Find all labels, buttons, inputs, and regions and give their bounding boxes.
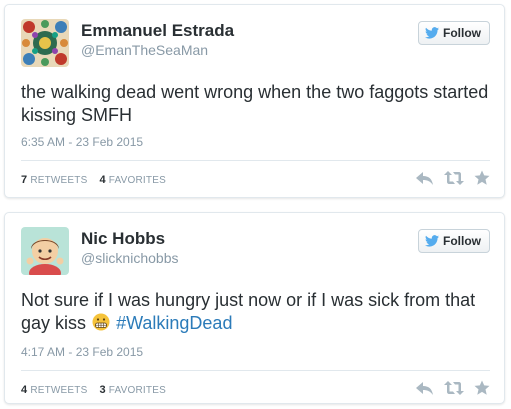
tweet-timestamp[interactable]: 6:35 AM - 23 Feb 2015 [21, 134, 490, 150]
tweet-text-body: Not sure if I was hungry just now or if … [21, 290, 476, 333]
tweet-text: the walking dead went wrong when the two… [21, 82, 489, 125]
tweet-actions [416, 170, 490, 191]
display-name[interactable]: Emmanuel Estrada [81, 21, 234, 41]
follow-button[interactable]: Follow [418, 229, 490, 253]
retweets-count[interactable]: 4 [21, 384, 27, 396]
follow-label: Follow [443, 26, 481, 40]
tweet-stats: 4 RETWEETS 3 FAVORITES [21, 384, 166, 396]
favorite-star-icon[interactable] [474, 170, 490, 191]
favorites-count[interactable]: 3 [99, 384, 105, 396]
user-names: Nic Hobbs @slicknichobbs [81, 229, 178, 267]
tweet-actions [416, 380, 490, 401]
retweets-label: RETWEETS [30, 385, 88, 396]
user-handle[interactable]: @slicknichobbs [81, 249, 178, 267]
follow-button[interactable]: Follow [418, 21, 490, 45]
twitter-bird-icon [425, 235, 439, 247]
tweet-card: Emmanuel Estrada @EmanTheSeaMan Follow t… [4, 4, 505, 198]
retweets-label: RETWEETS [30, 175, 88, 186]
favorite-star-icon[interactable] [474, 380, 490, 401]
avatar[interactable] [21, 19, 69, 67]
grimacing-face-icon [92, 313, 110, 337]
favorites-label: FAVORITES [108, 385, 166, 396]
user-handle[interactable]: @EmanTheSeaMan [81, 41, 234, 59]
follow-label: Follow [443, 234, 481, 248]
reply-icon[interactable] [416, 380, 434, 401]
tweet-card: Nic Hobbs @slicknichobbs Follow Not sure… [4, 212, 505, 404]
favorites-label: FAVORITES [108, 175, 166, 186]
tweet-footer: 4 RETWEETS 3 FAVORITES [21, 371, 490, 409]
tweet-timestamp[interactable]: 4:17 AM - 23 Feb 2015 [21, 344, 490, 360]
user-names: Emmanuel Estrada @EmanTheSeaMan [81, 21, 234, 59]
tweet-footer: 7 RETWEETS 4 FAVORITES [21, 161, 490, 199]
tweet-text: Not sure if I was hungry just now or if … [21, 289, 490, 337]
tweet-header: Nic Hobbs @slicknichobbs Follow [21, 225, 490, 277]
retweet-icon[interactable] [444, 380, 464, 401]
reply-icon[interactable] [416, 170, 434, 191]
favorites-count[interactable]: 4 [99, 174, 105, 186]
tweet-header: Emmanuel Estrada @EmanTheSeaMan Follow [21, 17, 490, 69]
display-name[interactable]: Nic Hobbs [81, 229, 178, 249]
hashtag-link[interactable]: #WalkingDead [116, 313, 232, 333]
retweet-icon[interactable] [444, 170, 464, 191]
twitter-bird-icon [425, 27, 439, 39]
tweet-stats: 7 RETWEETS 4 FAVORITES [21, 174, 166, 186]
retweets-count[interactable]: 7 [21, 174, 27, 186]
avatar[interactable] [21, 227, 69, 275]
